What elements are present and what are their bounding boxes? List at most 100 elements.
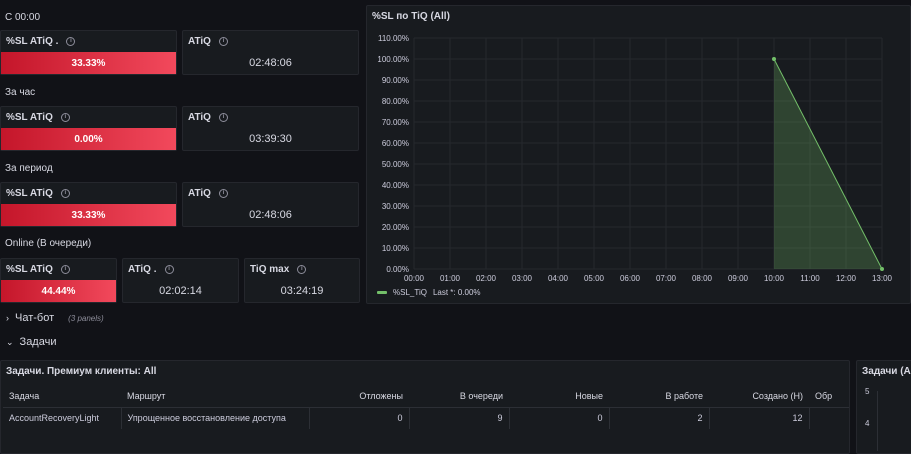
cell-in-queue: 9	[409, 407, 510, 429]
col-header-in-queue[interactable]: В очереди	[409, 385, 509, 408]
y-tick-label: 0.00%	[386, 265, 409, 274]
col-header-created[interactable]: Создано (Н)	[709, 385, 809, 408]
x-tick-label: 00:00	[404, 274, 425, 283]
cell-new: 0	[509, 407, 610, 429]
chevron-down-icon: ⌄	[6, 336, 14, 347]
series-point	[880, 267, 884, 271]
chevron-right-icon: ›	[6, 313, 9, 323]
side-panel-title: Задачи (All	[862, 366, 911, 377]
col-header-new[interactable]: Новые	[509, 385, 609, 408]
x-tick-label: 09:00	[728, 274, 749, 283]
legend-series-name: %SL_TiQ	[393, 288, 427, 297]
row-chatbot-note: (3 panels)	[68, 313, 104, 323]
table-row[interactable]: AccountRecoveryLight Упрощенное восстано…	[3, 407, 849, 429]
info-icon[interactable]: i	[60, 265, 70, 274]
col-header-postponed[interactable]: Отложены	[309, 385, 409, 408]
x-tick-label: 08:00	[692, 274, 713, 283]
side-axis-line	[877, 391, 878, 451]
row-tasks[interactable]: ⌄ Задачи	[0, 334, 911, 350]
col-header-processed[interactable]: Обр	[809, 385, 849, 408]
info-icon[interactable]: i	[164, 265, 174, 274]
y-tick-label: 90.00%	[382, 76, 409, 85]
sl-atiq-panel-4[interactable]: %SL ATiQ i 44.44%	[0, 258, 117, 303]
panel-title: %SL ATiQ	[6, 112, 53, 123]
table-header-row: Задача Маршрут Отложены В очереди Новые …	[3, 385, 849, 408]
side-axis-tick: 5	[865, 387, 870, 396]
tasks-table-panel[interactable]: Задачи. Премиум клиенты: All Задача Марш…	[0, 360, 850, 454]
atiq-value: 02:02:14	[159, 285, 202, 297]
sl-atiq-panel-3[interactable]: %SL ATiQ i 33.33%	[0, 182, 177, 227]
sl-tiq-chart: 0.00% 10.00% 20.00% 30.00% 40.00% 50.00% 60.00…	[377, 34, 893, 283]
x-tick-label: 02:00	[476, 274, 497, 283]
sl-value: 44.44%	[1, 280, 116, 302]
panel-title: TiQ max	[250, 264, 290, 275]
section-online: Online (В очереди)	[5, 238, 92, 249]
x-tick-label: 13:00	[872, 274, 893, 283]
tasks-table: Задача Маршрут Отложены В очереди Новые …	[3, 385, 849, 429]
table-title: Задачи. Премиум клиенты: All	[6, 366, 157, 377]
y-tick-label: 40.00%	[382, 181, 409, 190]
sl-value: 0.00%	[1, 128, 176, 150]
cell-created: 12	[709, 407, 810, 429]
row-chatbot[interactable]: › Чат-бот (3 panels)	[0, 310, 911, 326]
y-tick-label: 30.00%	[382, 202, 409, 211]
panel-title: %SL ATiQ .	[6, 36, 59, 47]
atiq-panel-2[interactable]: ATiQ i 03:39:30	[182, 106, 359, 151]
info-icon[interactable]: i	[60, 113, 70, 122]
sl-tiq-chart-panel[interactable]: %SL по TiQ (All) 0.00% 10.00% 20.00% 30.00%…	[366, 5, 911, 304]
y-tick-label: 110.00%	[378, 34, 409, 43]
y-tick-label: 10.00%	[382, 244, 409, 253]
atiq-panel-3[interactable]: ATiQ i 02:48:06	[182, 182, 359, 227]
x-tick-label: 01:00	[440, 274, 461, 283]
y-tick-label: 80.00%	[382, 97, 409, 106]
atiq-value: 02:48:06	[249, 57, 292, 69]
x-tick-label: 11:00	[800, 274, 820, 283]
atiq-value: 02:48:06	[249, 209, 292, 221]
y-tick-label: 50.00%	[382, 160, 409, 169]
cell-processed	[809, 407, 849, 429]
col-header-task[interactable]: Задача	[3, 385, 121, 408]
tiq-max-value: 03:24:19	[280, 285, 324, 297]
panel-title: ATiQ	[188, 188, 211, 199]
section-period: За период	[5, 163, 53, 174]
section-last-hour: За час	[5, 87, 36, 98]
y-tick-label: 70.00%	[382, 118, 409, 127]
legend-swatch	[377, 291, 387, 294]
panel-title: ATiQ .	[128, 264, 157, 275]
row-tasks-label: Задачи	[19, 336, 57, 348]
chart-legend[interactable]: %SL_TiQ Last *: 0.00%	[377, 288, 481, 297]
panel-title: %SL ATiQ	[6, 264, 53, 275]
series-point	[772, 57, 776, 61]
atiq-panel-4[interactable]: ATiQ . i 02:02:14	[122, 258, 239, 303]
info-icon[interactable]: i	[297, 265, 307, 274]
x-tick-label: 03:00	[512, 274, 533, 283]
x-tick-label: 12:00	[836, 274, 857, 283]
side-axis-tick: 4	[865, 419, 870, 428]
tiq-max-panel[interactable]: TiQ max i 03:24:19	[244, 258, 360, 303]
x-tick-label: 04:00	[548, 274, 569, 283]
info-icon[interactable]: i	[66, 37, 76, 46]
panel-title: %SL ATiQ	[6, 188, 53, 199]
cell-in-progress: 2	[609, 407, 710, 429]
info-icon[interactable]: i	[60, 189, 70, 198]
x-tick-label: 05:00	[584, 274, 605, 283]
info-icon[interactable]: i	[218, 113, 228, 122]
panel-title: ATiQ	[188, 112, 211, 123]
section-since-midnight: С 00:00	[5, 12, 41, 23]
x-tick-label: 10:00	[764, 274, 785, 283]
x-tick-label: 07:00	[656, 274, 677, 283]
sl-value: 33.33%	[1, 52, 176, 74]
atiq-value: 03:39:30	[249, 133, 292, 145]
info-icon[interactable]: i	[218, 189, 228, 198]
sl-atiq-panel-1[interactable]: %SL ATiQ . i 33.33%	[0, 30, 177, 75]
tasks-side-panel[interactable]: Задачи (All 5 4	[856, 360, 911, 454]
col-header-route[interactable]: Маршрут	[121, 385, 309, 408]
sl-atiq-panel-2[interactable]: %SL ATiQ i 0.00%	[0, 106, 177, 151]
col-header-in-progress[interactable]: В работе	[609, 385, 709, 408]
atiq-panel-1[interactable]: ATiQ i 02:48:06	[182, 30, 359, 75]
cell-postponed: 0	[309, 407, 410, 429]
info-icon[interactable]: i	[218, 37, 228, 46]
y-tick-label: 20.00%	[382, 223, 409, 232]
y-tick-label: 60.00%	[382, 139, 409, 148]
y-tick-label: 100.00%	[377, 55, 409, 64]
